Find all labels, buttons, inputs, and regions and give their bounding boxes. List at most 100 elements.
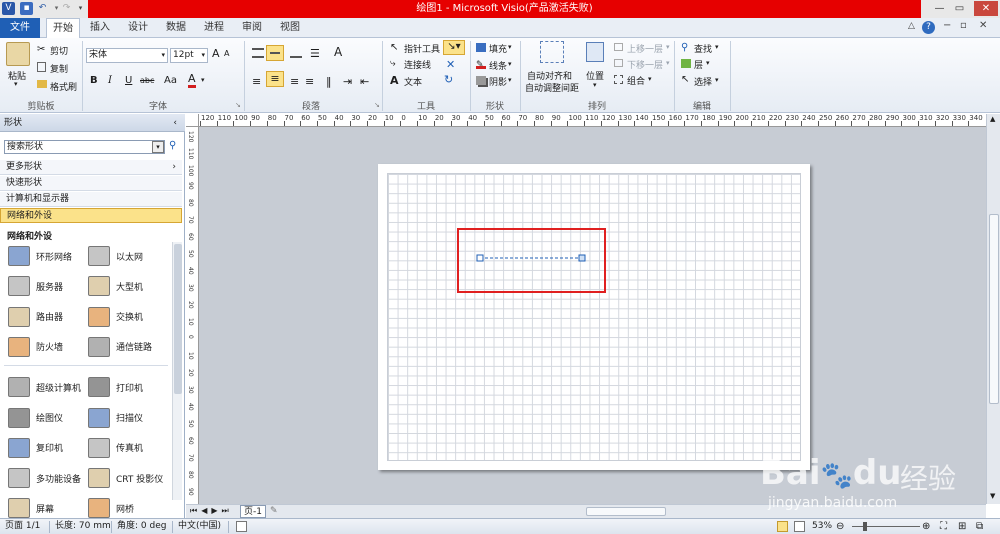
indent-icon[interactable]: ⇥ — [343, 75, 352, 88]
fit-window-icon[interactable]: ⛶ — [940, 519, 947, 534]
zoom-slider-handle[interactable] — [863, 522, 867, 531]
chevron-down-icon[interactable]: ▾ — [508, 43, 512, 51]
chevron-down-icon[interactable]: ▾ — [508, 76, 512, 84]
shape-item[interactable]: 大型机 — [88, 271, 143, 301]
minimize-button[interactable]: — — [931, 1, 948, 16]
chevron-down-icon[interactable]: ▾ — [666, 59, 670, 67]
shape-item[interactable]: 打印机 — [88, 372, 143, 402]
line-tool-button[interactable]: ↘▾ — [443, 40, 465, 55]
tab-view[interactable]: 视图 — [274, 18, 306, 38]
line-endpoint-handle[interactable] — [476, 254, 484, 262]
justify-icon[interactable]: ≡ — [305, 75, 314, 88]
chevron-down-icon[interactable]: ▾ — [706, 59, 710, 67]
chevron-down-icon[interactable]: ▾ — [648, 75, 652, 83]
page-nav-icons[interactable]: ⏮◀▶⏭ — [190, 506, 233, 516]
outdent-icon[interactable]: ⇤ — [360, 75, 369, 88]
zoom-level[interactable]: 53% — [812, 519, 832, 534]
copy-button[interactable]: 复制 — [50, 62, 68, 75]
rotate-icon[interactable]: ↻ — [444, 73, 453, 86]
zoom-out-icon[interactable]: ⊖ — [836, 519, 844, 534]
page-tab-1[interactable]: 页-1 — [240, 505, 266, 518]
zoom-in-icon[interactable]: ⊕ — [922, 519, 930, 534]
change-case-button[interactable]: Aa — [164, 75, 177, 86]
status-language[interactable]: 中文(中国) — [178, 519, 221, 534]
line-button[interactable]: 线条 — [489, 59, 507, 72]
paste-dropdown-icon[interactable]: ▾ — [14, 80, 18, 88]
text-direction-icon[interactable]: A — [334, 45, 342, 59]
panel-row-computers[interactable]: 计算机和显示器 — [0, 192, 182, 207]
align-bottom-icon[interactable] — [290, 48, 302, 58]
redo-icon[interactable]: ↷ — [60, 2, 73, 15]
text-tool-button[interactable]: 文本 — [404, 75, 422, 88]
columns-icon[interactable]: ‖ — [326, 75, 332, 88]
line-endpoint-handle[interactable] — [578, 254, 586, 262]
panel-scrollbar[interactable] — [172, 242, 182, 500]
close-button[interactable]: ✕ — [974, 1, 998, 16]
shape-item[interactable]: 防火墙 — [8, 332, 63, 362]
shape-item[interactable]: 多功能设备 — [8, 463, 81, 493]
search-shapes-input[interactable]: 搜索形状 — [4, 140, 165, 154]
dialog-launcher-icon[interactable]: ↘ — [374, 101, 380, 109]
align-center-button[interactable]: ≡ — [266, 71, 284, 87]
font-color-button[interactable]: A — [188, 73, 196, 88]
pointer-tool-button[interactable]: 指针工具 — [404, 42, 440, 55]
customize-qat-icon[interactable]: ▾ — [74, 2, 87, 15]
help-icon[interactable]: ? — [922, 21, 935, 34]
undo-icon[interactable]: ↶ — [36, 2, 49, 15]
shape-item[interactable]: 交换机 — [88, 302, 143, 332]
tab-home[interactable]: 开始 — [46, 18, 80, 39]
italic-button[interactable]: I — [108, 75, 112, 86]
bring-forward-button[interactable]: 上移一层 — [627, 42, 663, 55]
select-button[interactable]: 选择 — [694, 75, 712, 88]
font-name-select[interactable]: 宋体 ▾ — [86, 48, 168, 63]
tab-data[interactable]: 数据 — [160, 18, 192, 38]
scroll-up-icon[interactable]: ▲ — [990, 115, 995, 123]
fill-button[interactable]: 填充 — [489, 42, 507, 55]
panel-row-quick-shapes[interactable]: 快速形状 — [0, 176, 182, 191]
shape-item[interactable]: 路由器 — [8, 302, 63, 332]
auto-align-label-2[interactable]: 自动调整间距 — [525, 81, 579, 94]
chevron-down-icon[interactable]: ▾ — [508, 60, 512, 68]
full-screen-icon[interactable] — [794, 521, 805, 532]
shape-item[interactable]: 服务器 — [8, 271, 63, 301]
tab-insert[interactable]: 插入 — [84, 18, 116, 38]
chevron-down-icon[interactable]: ▾ — [715, 43, 719, 51]
dialog-launcher-icon[interactable]: ↘ — [235, 101, 241, 109]
ribbon-minimize-icon[interactable]: △ — [908, 21, 915, 31]
group-button[interactable]: 组合 — [627, 74, 645, 87]
chevron-down-icon[interactable]: ▾ — [593, 81, 597, 89]
shape-item[interactable]: 传真机 — [88, 433, 143, 463]
underline-button[interactable]: U — [125, 75, 132, 86]
collapse-panel-icon[interactable]: ‹ — [173, 114, 177, 132]
chevron-down-icon[interactable]: ▾ — [666, 43, 670, 51]
tab-file[interactable]: 文件 — [0, 18, 40, 38]
shadow-button[interactable]: 阴影 — [489, 75, 507, 88]
shape-item[interactable]: 绘图仪 — [8, 403, 63, 433]
find-button[interactable]: 查找 — [694, 42, 712, 55]
shape-item[interactable]: 超级计算机 — [8, 372, 81, 402]
search-icon[interactable]: ⚲ — [169, 140, 176, 151]
tab-review[interactable]: 审阅 — [236, 18, 268, 38]
shape-item[interactable]: 环形网络 — [8, 241, 72, 271]
macro-record-icon[interactable] — [236, 521, 247, 532]
scroll-down-icon[interactable]: ▼ — [990, 492, 995, 500]
panel-row-more-shapes[interactable]: 更多形状 › — [0, 160, 182, 175]
search-dropdown-icon[interactable]: ▾ — [152, 141, 164, 153]
align-top-icon[interactable] — [252, 48, 264, 58]
vertical-scrollbar[interactable]: ▲ ▼ — [986, 114, 1000, 504]
fit-page-icon[interactable] — [777, 521, 788, 532]
shape-item[interactable]: 复印机 — [8, 433, 63, 463]
shape-item[interactable]: 通信链路 — [88, 332, 152, 362]
switch-windows-icon[interactable]: ⧉ — [976, 519, 983, 534]
tab-process[interactable]: 进程 — [198, 18, 230, 38]
panel-row-network[interactable]: 网络和外设 — [0, 208, 182, 223]
horizontal-scrollbar-thumb[interactable] — [586, 507, 666, 516]
insert-page-icon[interactable]: ✎ — [270, 506, 278, 516]
layer-button[interactable]: 层 — [694, 58, 703, 71]
bullets-icon[interactable]: ☰ — [310, 47, 320, 60]
delete-x-icon[interactable]: ✕ — [446, 58, 455, 71]
shape-item[interactable]: 扫描仪 — [88, 403, 143, 433]
format-painter-button[interactable]: 格式刷 — [50, 80, 77, 93]
maximize-button[interactable]: ▭ — [951, 1, 968, 16]
tab-design[interactable]: 设计 — [122, 18, 154, 38]
